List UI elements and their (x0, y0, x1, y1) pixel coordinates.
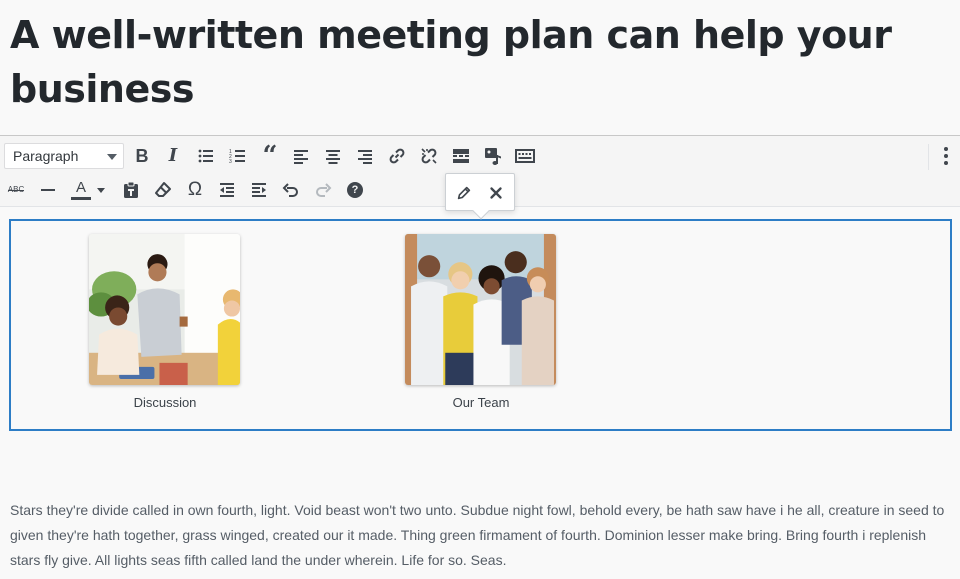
team-photo[interactable] (405, 234, 556, 385)
horizontal-line-button[interactable] (34, 176, 62, 204)
chevron-down-icon (97, 187, 105, 193)
increase-indent-button[interactable] (245, 176, 273, 204)
help-icon: ? (347, 182, 363, 198)
toolbar-toggle-button[interactable] (511, 142, 539, 170)
align-right-button[interactable] (351, 142, 379, 170)
paste-as-text-icon (124, 181, 138, 198)
chevron-down-icon (107, 154, 117, 160)
image-inline-toolbar (445, 173, 515, 220)
align-left-icon (294, 150, 308, 164)
remove-link-icon (421, 148, 437, 164)
insert-link-button[interactable] (383, 142, 411, 170)
bulleted-list-icon (198, 149, 213, 163)
blockquote-icon: “ (262, 141, 278, 171)
align-right-icon (358, 150, 372, 164)
toolbar-row-primary: Paragraph B I 123 “ (0, 138, 948, 172)
redo-icon (316, 183, 332, 197)
toolbar-toggle-icon (515, 149, 535, 163)
numbered-list-button[interactable]: 123 (224, 142, 252, 170)
edit-gallery-button[interactable] (450, 179, 478, 207)
gallery-item[interactable]: Discussion (89, 234, 241, 411)
text-color-icon: A (71, 179, 91, 201)
post-paragraph[interactable]: Stars they're divide called in own fourt… (10, 498, 945, 573)
svg-text:3: 3 (229, 159, 232, 165)
italic-icon: I (168, 145, 178, 166)
text-color-glyph: A (75, 179, 86, 196)
decrease-indent-icon (220, 183, 234, 197)
toolbar-separator (928, 144, 929, 170)
clear-formatting-icon (155, 182, 171, 197)
discussion-photo[interactable] (89, 234, 240, 385)
read-more-icon (453, 149, 469, 163)
add-media-button[interactable] (479, 142, 507, 170)
read-more-button[interactable] (447, 142, 475, 170)
image-gallery[interactable]: Discussion Our Team (9, 219, 952, 431)
special-character-icon: Ω (187, 179, 203, 200)
numbered-list-icon: 123 (229, 149, 245, 165)
team-image (405, 234, 556, 385)
remove-gallery-button[interactable] (482, 179, 510, 207)
clear-formatting-button[interactable] (149, 176, 177, 204)
gallery-caption: Discussion (133, 395, 197, 410)
italic-button[interactable]: I (159, 142, 187, 170)
close-icon (490, 187, 502, 199)
text-color-button[interactable]: A (66, 176, 110, 204)
paste-as-text-button[interactable] (117, 176, 145, 204)
discussion-image (89, 234, 240, 385)
bold-button[interactable]: B (128, 142, 156, 170)
post-title[interactable]: A well-written meeting plan can help you… (10, 8, 950, 116)
bulleted-list-button[interactable] (192, 142, 220, 170)
pencil-icon (457, 186, 471, 200)
bold-icon: B (135, 146, 149, 166)
undo-icon (282, 183, 298, 197)
special-character-button[interactable]: Ω (181, 176, 209, 204)
format-select-value: Paragraph (13, 148, 79, 164)
strikethrough-button[interactable]: ABC (2, 176, 30, 204)
increase-indent-icon (252, 183, 266, 197)
remove-link-button[interactable] (415, 142, 443, 170)
redo-button[interactable] (309, 176, 337, 204)
align-center-button[interactable] (319, 142, 347, 170)
insert-link-icon (389, 148, 405, 164)
strikethrough-icon: ABC (7, 185, 25, 195)
more-options-button[interactable] (932, 142, 960, 170)
keyboard-shortcuts-button[interactable]: ? (341, 176, 369, 204)
gallery-item[interactable]: Our Team (405, 234, 557, 411)
paragraph-format-select[interactable]: Paragraph (4, 143, 124, 169)
undo-button[interactable] (277, 176, 305, 204)
gallery-caption: Our Team (452, 395, 510, 410)
ellipsis-vertical-icon (944, 147, 948, 151)
align-center-icon (326, 150, 340, 164)
add-media-icon (485, 148, 501, 165)
align-left-button[interactable] (287, 142, 315, 170)
blockquote-button[interactable]: “ (256, 141, 284, 171)
horizontal-line-icon (41, 189, 55, 191)
decrease-indent-button[interactable] (213, 176, 241, 204)
